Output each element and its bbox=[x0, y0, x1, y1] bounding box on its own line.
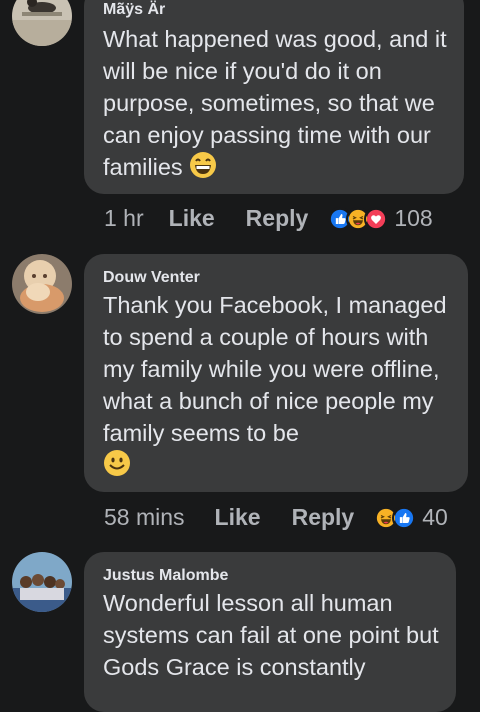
comment-text-content: What happened was good, and it will be n… bbox=[103, 26, 447, 181]
comment-text-content: Thank you Facebook, I managed to spend a… bbox=[103, 292, 447, 446]
comment-timestamp[interactable]: 1 hr bbox=[104, 205, 144, 232]
reaction-summary[interactable]: 40 bbox=[374, 504, 448, 531]
comment-bubble: Mãÿs Är What happened was good, and it w… bbox=[84, 0, 464, 194]
avatar-photo bbox=[12, 0, 72, 46]
reaction-summary[interactable]: 108 bbox=[328, 205, 433, 232]
comment-author[interactable]: Mãÿs Är bbox=[103, 1, 165, 19]
comment-actions: 1 hr Like Reply 108 bbox=[104, 205, 433, 232]
comment-text: What happened was good, and it will be n… bbox=[103, 23, 451, 187]
reply-button[interactable]: Reply bbox=[292, 504, 355, 531]
reaction-count: 108 bbox=[394, 205, 433, 231]
avatar[interactable] bbox=[12, 0, 72, 46]
avatar-photo bbox=[12, 552, 72, 612]
smiling-face-emoji bbox=[103, 449, 131, 485]
reaction-count: 40 bbox=[422, 504, 448, 530]
comment-text-content: Wonderful lesson all human systems can f… bbox=[103, 590, 439, 680]
comment-text: Thank you Facebook, I managed to spend a… bbox=[103, 289, 455, 485]
comment-timestamp[interactable]: 58 mins bbox=[104, 504, 185, 531]
comment-author[interactable]: Justus Malombe bbox=[103, 567, 228, 585]
grinning-face-emoji bbox=[189, 151, 217, 187]
comment-actions: 58 mins Like Reply 40 bbox=[104, 504, 448, 531]
comment-text: Wonderful lesson all human systems can f… bbox=[103, 587, 443, 683]
comment-bubble: Justus Malombe Wonderful lesson all huma… bbox=[84, 552, 456, 712]
like-button[interactable]: Like bbox=[215, 504, 261, 531]
avatar[interactable] bbox=[12, 552, 72, 612]
comment-bubble: Douw Venter Thank you Facebook, I manage… bbox=[84, 254, 468, 492]
comment-author[interactable]: Douw Venter bbox=[103, 269, 200, 287]
love-reaction-icon bbox=[364, 206, 389, 231]
avatar-photo bbox=[12, 254, 72, 314]
avatar[interactable] bbox=[12, 254, 72, 314]
like-button[interactable]: Like bbox=[169, 205, 215, 232]
like-reaction-icon bbox=[392, 505, 417, 530]
reply-button[interactable]: Reply bbox=[246, 205, 309, 232]
